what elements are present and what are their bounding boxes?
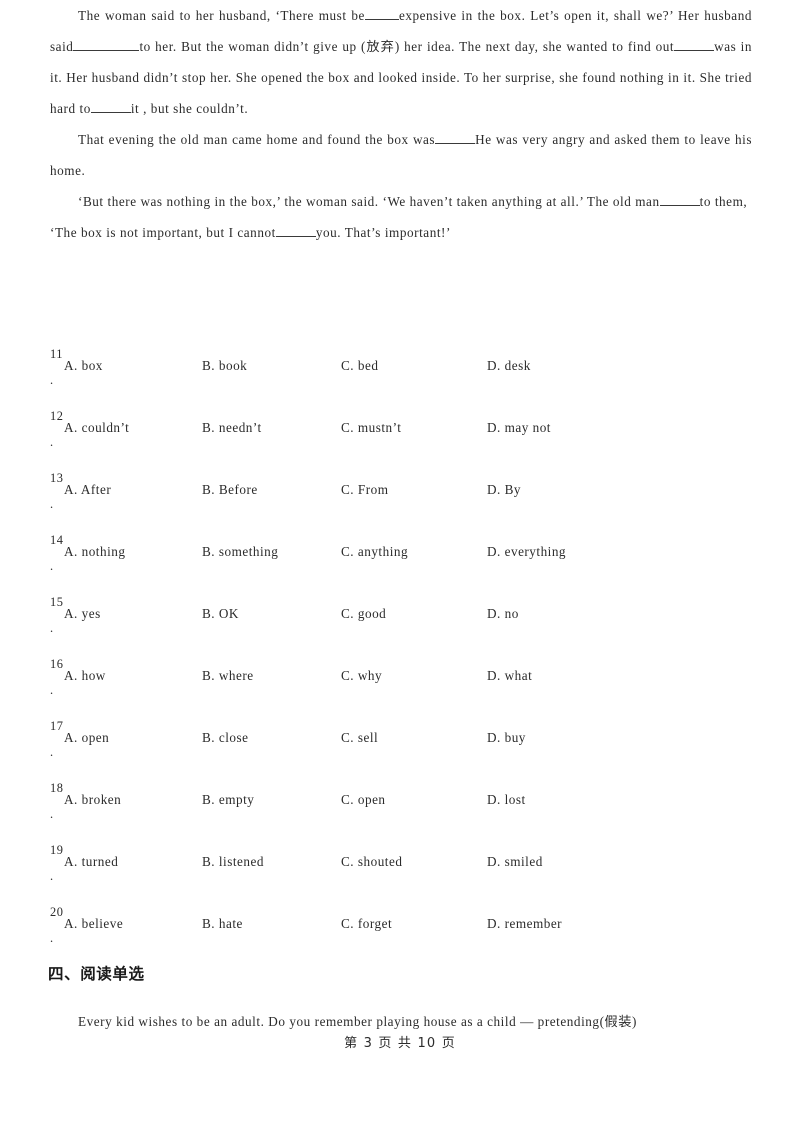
question-number: 19 (50, 843, 64, 857)
question-option-b[interactable]: B. close (202, 730, 249, 746)
question-option-a[interactable]: A. couldn’t (64, 420, 129, 436)
passage-text: The woman said to her husband, ‘There mu… (78, 8, 365, 23)
question-option-a[interactable]: A. how (64, 668, 106, 684)
question-option-a[interactable]: A. broken (64, 792, 121, 808)
passage-text: you. That’s important!’ (315, 225, 451, 240)
question-row: 12. A. couldn’t B. needn’t C. mustn’t D. may… (50, 410, 760, 472)
question-option-b[interactable]: B. listened (202, 854, 264, 870)
question-option-a[interactable]: A. open (64, 730, 109, 746)
question-option-a[interactable]: A. nothing (64, 544, 125, 560)
question-number-period: . (50, 621, 54, 635)
question-number-period: . (50, 683, 54, 697)
question-option-b[interactable]: B. empty (202, 792, 254, 808)
question-option-b[interactable]: B. OK (202, 606, 239, 622)
answer-blank[interactable] (73, 38, 140, 51)
question-option-a[interactable]: A. believe (64, 916, 123, 932)
question-option-d[interactable]: D. no (487, 606, 519, 622)
question-number-period: . (50, 869, 54, 883)
answer-blank[interactable] (364, 7, 399, 20)
answer-blank[interactable] (435, 131, 476, 144)
question-option-d[interactable]: D. buy (487, 730, 526, 746)
question-option-b[interactable]: B. hate (202, 916, 243, 932)
passage-paragraph: That evening the old man came home and f… (50, 124, 752, 186)
cloze-question-list: 11. A. box B. book C. bed D. desk 12. A. could… (50, 348, 760, 968)
passage-text: to her. But the woman didn’t give up (放弃… (139, 39, 675, 54)
question-number: 16 (50, 657, 64, 671)
question-number: 11 (50, 347, 63, 361)
answer-blank[interactable] (659, 193, 700, 206)
question-option-a[interactable]: A. turned (64, 854, 118, 870)
answer-blank[interactable] (674, 38, 715, 51)
question-row: 17. A. open B. close C. sell D. buy (50, 720, 760, 782)
question-option-c[interactable]: C. good (341, 606, 386, 622)
question-row: 14. A. nothing B. something C. anything D. e… (50, 534, 760, 596)
passage-text: ‘But there was nothing in the box,’ the … (78, 194, 660, 209)
question-option-d[interactable]: D. desk (487, 358, 531, 374)
question-option-d[interactable]: D. may not (487, 420, 551, 436)
question-option-a[interactable]: A. yes (64, 606, 101, 622)
question-option-d[interactable]: D. what (487, 668, 532, 684)
question-row: 16. A. how B. where C. why D. what (50, 658, 760, 720)
question-option-c[interactable]: C. open (341, 792, 386, 808)
question-row: 13. A. After B. Before C. From D. By (50, 472, 760, 534)
question-number: 14 (50, 533, 64, 547)
question-number-period: . (50, 745, 54, 759)
question-option-d[interactable]: D. everything (487, 544, 566, 560)
question-option-c[interactable]: C. shouted (341, 854, 402, 870)
question-option-a[interactable]: A. box (64, 358, 103, 374)
question-option-b[interactable]: B. something (202, 544, 278, 560)
question-option-b[interactable]: B. where (202, 668, 254, 684)
question-option-d[interactable]: D. remember (487, 916, 562, 932)
question-number: 13 (50, 471, 64, 485)
question-option-c[interactable]: C. sell (341, 730, 378, 746)
question-option-d[interactable]: D. lost (487, 792, 526, 808)
question-number: 15 (50, 595, 64, 609)
question-number-period: . (50, 435, 54, 449)
cloze-passage: The woman said to her husband, ‘There mu… (50, 0, 752, 248)
page-footer: 第 3 页 共 10 页 (344, 1036, 456, 1051)
question-number: 17 (50, 719, 64, 733)
question-row: 20. A. believe B. hate C. forget D. remember (50, 906, 760, 968)
question-number-period: . (50, 497, 54, 511)
question-row: 11. A. box B. book C. bed D. desk (50, 348, 760, 410)
question-number-period: . (50, 931, 54, 945)
passage-text: it , but she couldn’t. (130, 101, 249, 116)
question-row: 19. A. turned B. listened C. shouted D. smil… (50, 844, 760, 906)
question-option-c[interactable]: C. mustn’t (341, 420, 401, 436)
question-option-b[interactable]: B. Before (202, 482, 258, 498)
question-number-period: . (50, 559, 54, 573)
question-option-c[interactable]: C. forget (341, 916, 392, 932)
answer-blank[interactable] (90, 100, 131, 113)
question-number: 20 (50, 905, 64, 919)
question-option-c[interactable]: C. From (341, 482, 388, 498)
question-option-d[interactable]: D. By (487, 482, 521, 498)
question-row: 18. A. broken B. empty C. open D. lost (50, 782, 760, 844)
passage-text: That evening the old man came home and f… (78, 132, 436, 147)
question-number-period: . (50, 373, 54, 387)
passage-paragraph: The woman said to her husband, ‘There mu… (50, 0, 752, 124)
question-row: 15. A. yes B. OK C. good D. no (50, 596, 760, 658)
exam-paper-page: The woman said to her husband, ‘There mu… (0, 0, 800, 1132)
question-option-c[interactable]: C. why (341, 668, 382, 684)
question-number: 18 (50, 781, 64, 795)
question-option-b[interactable]: B. book (202, 358, 247, 374)
answer-blank[interactable] (275, 224, 316, 237)
question-option-c[interactable]: C. bed (341, 358, 378, 374)
question-number-period: . (50, 807, 54, 821)
section-heading-reading: 四、阅读单选 (48, 965, 145, 983)
question-option-d[interactable]: D. smiled (487, 854, 543, 870)
question-option-c[interactable]: C. anything (341, 544, 408, 560)
passage-paragraph: ‘But there was nothing in the box,’ the … (50, 186, 752, 248)
question-option-a[interactable]: A. After (64, 482, 111, 498)
question-number: 12 (50, 409, 64, 423)
question-option-b[interactable]: B. needn’t (202, 420, 262, 436)
